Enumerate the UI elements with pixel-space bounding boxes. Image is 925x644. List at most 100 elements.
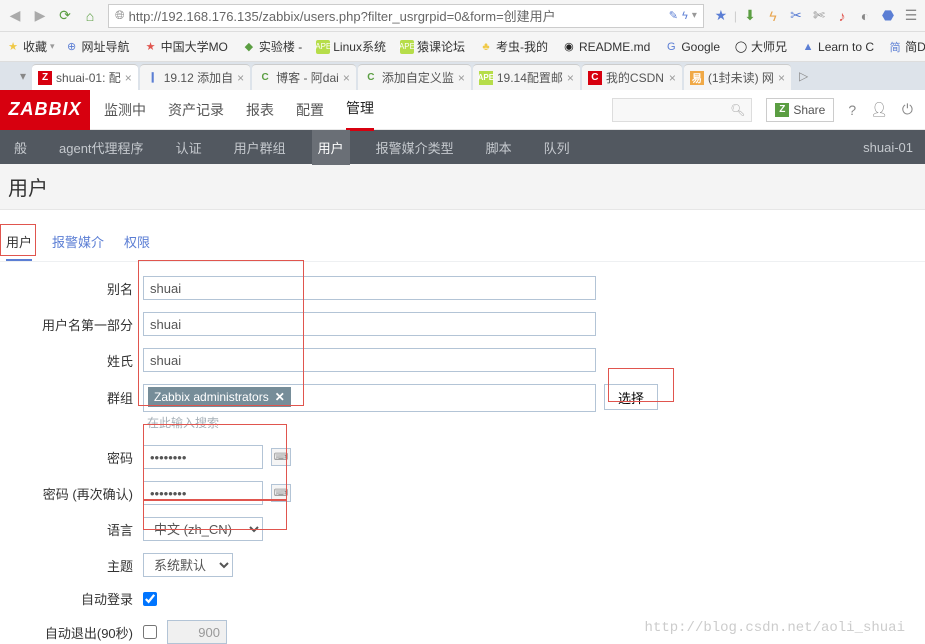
- close-tab-icon[interactable]: ×: [343, 71, 350, 85]
- autologout-checkbox[interactable]: [143, 625, 157, 639]
- browser-tab[interactable]: APE19.14配置邮×: [473, 64, 580, 90]
- subnav-item[interactable]: 般: [8, 130, 33, 165]
- bookmarks-label[interactable]: ★ 收藏 ▾: [6, 38, 55, 55]
- shield-icon[interactable]: ⬣: [878, 6, 898, 26]
- form-tab[interactable]: 用户: [6, 232, 32, 261]
- group-hint: 在此输入搜索: [143, 412, 596, 433]
- remove-group-icon[interactable]: ✕: [275, 390, 285, 404]
- globe-icon: 🌐︎: [115, 8, 125, 23]
- bookmark-favicon: 简: [888, 40, 902, 54]
- theme-select[interactable]: 系统默认: [143, 553, 233, 577]
- camera-icon[interactable]: ✂: [786, 6, 806, 26]
- close-tab-icon[interactable]: ×: [125, 71, 132, 85]
- select-group-button[interactable]: 选择: [604, 384, 658, 410]
- tab-favicon: Z: [38, 71, 52, 85]
- share-button[interactable]: Z Share: [766, 98, 834, 122]
- reload-button[interactable]: ⟳: [54, 5, 76, 27]
- bookmark-item[interactable]: ◯大师兄: [734, 38, 787, 55]
- music-icon[interactable]: ♪: [832, 6, 852, 26]
- search-input[interactable]: 🔍︎: [612, 98, 752, 122]
- menu-icon[interactable]: ☰: [901, 6, 921, 26]
- bookmark-item[interactable]: 简简Dj: [888, 38, 925, 55]
- bookmark-item[interactable]: ◆实验楼 -: [242, 38, 302, 55]
- autologout-input: [167, 620, 227, 644]
- page-title: 用户: [0, 164, 925, 210]
- tab-favicon: C: [258, 71, 272, 85]
- browser-tab[interactable]: C博客 - 阿dai×: [252, 64, 356, 90]
- form-tab[interactable]: 报警媒介: [52, 232, 104, 261]
- extension1-icon[interactable]: ◐: [855, 6, 875, 26]
- bookmark-item[interactable]: ♣考虫-我的: [479, 38, 548, 55]
- user-icon[interactable]: 👤︎: [870, 101, 888, 118]
- back-button[interactable]: ◀: [4, 5, 26, 27]
- lang-select[interactable]: 中文 (zh_CN): [143, 517, 263, 541]
- browser-tab[interactable]: Zshuai-01: 配×: [32, 64, 138, 90]
- form-tab[interactable]: 权限: [124, 232, 150, 261]
- download-icon[interactable]: ⬇: [740, 6, 760, 26]
- bookmark-item[interactable]: ◉README.md: [562, 40, 650, 54]
- dropdown-icon[interactable]: ▾: [692, 10, 697, 21]
- zabbix-logo[interactable]: ZABBIX: [0, 90, 90, 130]
- browser-tab[interactable]: C添加自定义监×: [358, 64, 471, 90]
- keyboard-icon[interactable]: ⌨: [271, 448, 291, 466]
- subnav-item[interactable]: 认证: [170, 130, 208, 165]
- subnav-item[interactable]: 队列: [538, 130, 576, 165]
- tabs-dropdown-icon[interactable]: ▾: [20, 69, 26, 83]
- share-z-icon: Z: [775, 103, 789, 117]
- bookmark-item[interactable]: GGoogle: [664, 40, 720, 54]
- help-icon[interactable]: ?: [848, 102, 856, 118]
- tab-favicon: APE: [479, 71, 493, 85]
- browser-tab[interactable]: 易(1封未读) 网×: [684, 64, 791, 90]
- browser-tab[interactable]: C我的CSDN×: [582, 64, 682, 90]
- logout-icon[interactable]: ⏻: [902, 101, 913, 118]
- new-tab-button[interactable]: ▷: [793, 69, 814, 83]
- browser-tab[interactable]: ❙19.12 添加自×: [140, 64, 250, 90]
- name-label: 用户名第一部分: [0, 315, 143, 334]
- subnav-item[interactable]: agent代理程序: [53, 130, 150, 165]
- lightning-icon[interactable]: ϟ: [763, 6, 783, 26]
- surname-label: 姓氏: [0, 351, 143, 370]
- bookmark-icon[interactable]: ★: [711, 6, 731, 26]
- bookmark-item[interactable]: APELinux系统: [316, 38, 386, 55]
- tab-favicon: 易: [690, 71, 704, 85]
- topnav-item[interactable]: 资产记录: [168, 90, 224, 130]
- lang-label: 语言: [0, 520, 143, 539]
- close-tab-icon[interactable]: ×: [458, 71, 465, 85]
- topnav-item[interactable]: 配置: [296, 90, 324, 130]
- keyboard-icon[interactable]: ⌨: [271, 484, 291, 502]
- autologin-checkbox[interactable]: [143, 592, 157, 606]
- url-bar[interactable]: 🌐︎ http://192.168.176.135/zabbix/users.p…: [108, 4, 704, 28]
- autologout-label: 自动退出(90秒): [0, 623, 143, 642]
- close-tab-icon[interactable]: ×: [567, 71, 574, 85]
- group-tagbox[interactable]: Zabbix administrators ✕: [143, 384, 596, 412]
- alias-input[interactable]: [143, 276, 596, 300]
- forward-button[interactable]: ▶: [29, 5, 51, 27]
- topnav-item[interactable]: 监测中: [104, 90, 146, 130]
- autologin-label: 自动登录: [0, 589, 143, 608]
- topnav-item[interactable]: 管理: [346, 88, 374, 131]
- subnav-item[interactable]: 用户: [312, 130, 350, 165]
- subnav-item[interactable]: 用户群组: [228, 130, 292, 165]
- tab-favicon: ❙: [146, 71, 160, 85]
- bookmark-item[interactable]: APE猿课论坛: [400, 38, 465, 55]
- url-text: http://192.168.176.135/zabbix/users.php?…: [129, 6, 665, 25]
- subnav-item[interactable]: 脚本: [480, 130, 518, 165]
- bolt-icon: ϟ: [682, 10, 688, 22]
- bookmark-item[interactable]: ▲Learn to C: [801, 40, 874, 54]
- topnav-item[interactable]: 报表: [246, 90, 274, 130]
- bookmark-item[interactable]: ★中国大学MO: [144, 38, 228, 55]
- close-tab-icon[interactable]: ×: [778, 71, 785, 85]
- surname-input[interactable]: [143, 348, 596, 372]
- bookmark-favicon: ◉: [562, 40, 576, 54]
- password2-input[interactable]: [143, 481, 263, 505]
- name-input[interactable]: [143, 312, 596, 336]
- home-button[interactable]: ⌂: [79, 5, 101, 27]
- bookmark-item[interactable]: ⊕网址导航: [65, 38, 130, 55]
- password-input[interactable]: [143, 445, 263, 469]
- bookmark-favicon: ◯: [734, 40, 748, 54]
- scissor-icon[interactable]: ✄: [809, 6, 829, 26]
- close-tab-icon[interactable]: ×: [237, 71, 244, 85]
- theme-label: 主题: [0, 556, 143, 575]
- subnav-item[interactable]: 报警媒介类型: [370, 130, 460, 165]
- close-tab-icon[interactable]: ×: [669, 71, 676, 85]
